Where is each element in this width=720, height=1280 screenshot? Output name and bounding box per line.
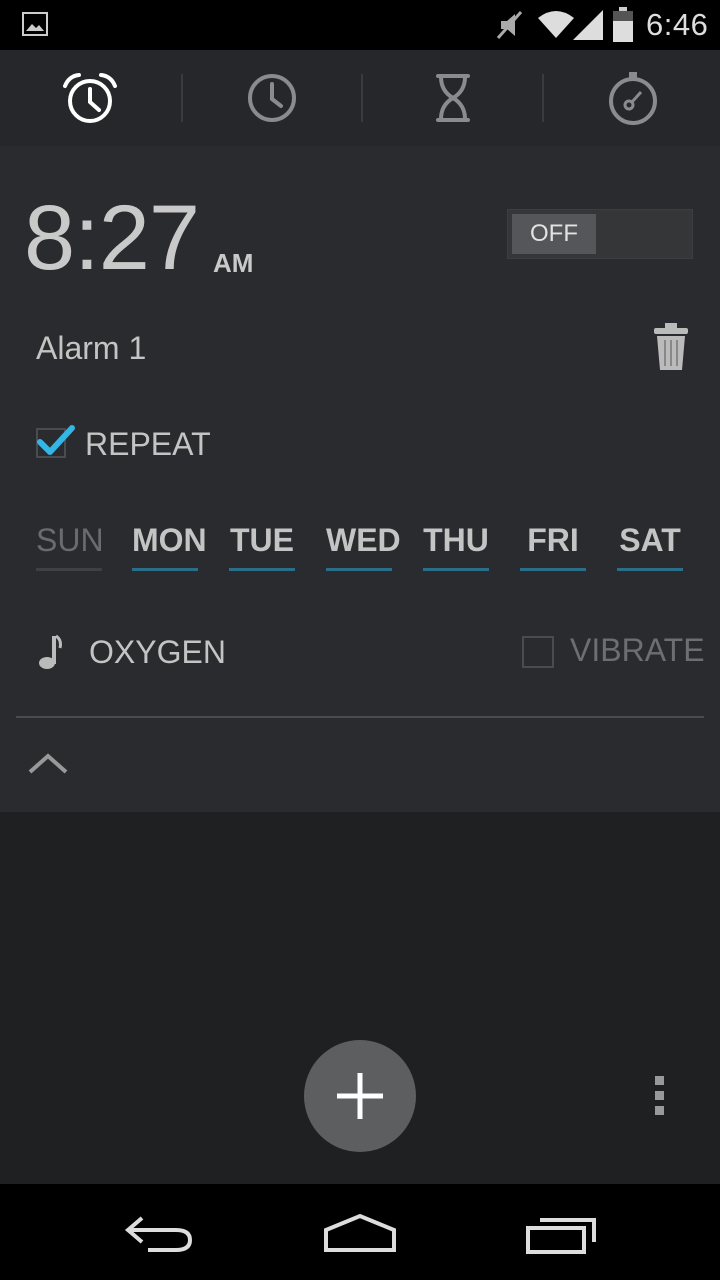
status-bar: 6:46 (0, 0, 720, 50)
vibrate-checkbox[interactable] (522, 636, 554, 668)
tab-timer[interactable] (363, 50, 543, 146)
alarm-ampm: AM (213, 248, 254, 278)
day-underline (132, 568, 198, 571)
signal-icon (573, 10, 603, 40)
chevron-up-icon[interactable] (28, 752, 68, 776)
clock-icon (248, 74, 296, 122)
ringtone-button[interactable]: OXYGEN (89, 634, 226, 671)
day-fri[interactable]: FRI (520, 522, 586, 559)
trash-icon[interactable] (652, 322, 690, 372)
day-underline (617, 568, 683, 571)
day-wed[interactable]: WED (326, 522, 401, 559)
status-clock: 6:46 (646, 7, 709, 42)
divider (16, 716, 704, 718)
day-underline (520, 568, 586, 571)
battery-icon (613, 7, 633, 42)
hourglass-icon (436, 74, 470, 122)
add-alarm-button[interactable] (304, 1040, 416, 1152)
back-icon[interactable] (124, 1214, 196, 1254)
plus-icon (337, 1073, 383, 1119)
day-underline (36, 568, 102, 571)
tab-stopwatch[interactable] (543, 50, 720, 146)
alarm-label[interactable]: Alarm 1 (36, 330, 146, 367)
day-sat[interactable]: SAT (617, 522, 683, 559)
day-underline (229, 568, 295, 571)
home-icon[interactable] (322, 1212, 398, 1254)
alarm-time[interactable]: 8:27 (24, 188, 200, 288)
repeat-label[interactable]: REPEAT (85, 426, 211, 463)
tab-alarm[interactable] (0, 50, 180, 146)
vibrate-label[interactable]: VIBRATE (570, 632, 705, 669)
tab-bar (0, 50, 720, 146)
day-thu[interactable]: THU (423, 522, 489, 559)
mute-icon (496, 11, 523, 39)
alarm-toggle[interactable]: OFF (507, 209, 693, 259)
day-tue[interactable]: TUE (229, 522, 295, 559)
gallery-icon (22, 12, 48, 36)
alarm-toggle-label: OFF (512, 214, 596, 254)
day-underline (326, 568, 392, 571)
wifi-icon (538, 11, 574, 38)
day-sun[interactable]: SUN (36, 522, 104, 559)
day-mon[interactable]: MON (132, 522, 207, 559)
alarm-clock-icon (63, 73, 117, 123)
music-note-icon (39, 634, 62, 669)
day-underline (423, 568, 489, 571)
checkmark-icon (37, 425, 75, 455)
overflow-menu-icon[interactable] (654, 1076, 666, 1116)
stopwatch-icon (609, 72, 657, 125)
recents-icon[interactable] (526, 1216, 598, 1254)
tab-clock[interactable] (182, 50, 362, 146)
